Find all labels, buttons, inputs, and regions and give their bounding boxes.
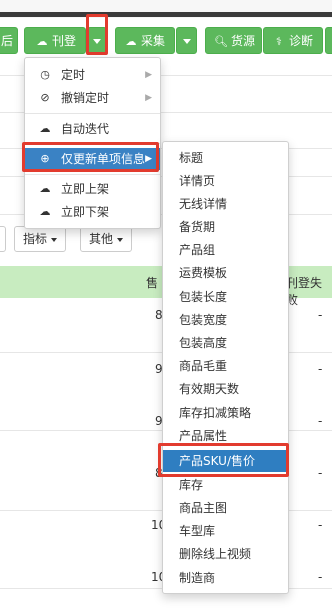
table-cell-publish-fail: - — [318, 466, 323, 480]
submenu-item-label: 删除线上视频 — [179, 547, 252, 561]
table-cell-publish-fail: - — [318, 518, 323, 532]
table-cell-publish-fail: - — [318, 362, 323, 376]
cut-off-button[interactable]: 后 — [0, 27, 18, 54]
submenu-item-vehicle-library[interactable]: 车型库 — [163, 520, 288, 542]
menu-item-schedule[interactable]: ◷ 定时 ▶ — [25, 64, 160, 86]
submenu-item-label: 产品SKU/售价 — [179, 454, 255, 468]
metrics-filter-label: 指标 — [23, 232, 48, 246]
submenu-item-product-attributes[interactable]: 产品属性 — [163, 425, 288, 447]
chevron-right-icon: ▶ — [145, 93, 152, 103]
submenu-item-mobile-detail[interactable]: 无线详情 — [163, 193, 288, 215]
publish-dropdown-toggle[interactable] — [87, 27, 107, 54]
menu-item-cancel-schedule[interactable]: ⊘ 撤销定时 ▶ — [25, 87, 160, 109]
stethoscope-icon: ⚕ — [276, 35, 282, 48]
submenu-item-label: 产品属性 — [179, 429, 228, 443]
ban-icon: ⊘ — [40, 91, 50, 104]
submenu-item-package-length[interactable]: 包装长度 — [163, 286, 288, 308]
caret-down-icon — [182, 39, 191, 44]
menu-item-list-now[interactable]: ☁ 立即上架 — [25, 178, 160, 200]
more-button[interactable] — [325, 27, 332, 54]
menu-divider — [25, 143, 160, 144]
source-button[interactable]: 🔍︎ 货源 — [205, 27, 262, 54]
submenu-item-label: 商品主图 — [179, 501, 228, 515]
submenu-item-package-width[interactable]: 包装宽度 — [163, 309, 288, 331]
collect-button-label: 采集 — [141, 34, 166, 48]
submenu-item-label: 商品毛重 — [179, 359, 228, 373]
submenu-item-label: 产品组 — [179, 243, 216, 257]
submenu-item-label: 库存 — [179, 478, 204, 492]
submenu-item-label: 车型库 — [179, 524, 216, 538]
submenu-item-title[interactable]: 标题 — [163, 147, 288, 169]
source-button-label: 货源 — [231, 34, 256, 48]
column-header-sales: 售 — [146, 276, 159, 290]
menu-item-label: 立即下架 — [61, 205, 110, 219]
column-header-publish-fail: 刊登失败 — [286, 276, 323, 307]
submenu-item-label: 库存扣减策略 — [179, 406, 252, 420]
publish-button[interactable]: ☁ 刊登 — [24, 27, 86, 54]
table-cell-publish-fail: - — [318, 570, 323, 584]
publish-dropdown-menu: ◷ 定时 ▶ ⊘ 撤销定时 ▶ ☁ 自动迭代 ⊕ 仅更新单项信息 ▶ ☁ 立即上… — [24, 57, 161, 229]
submenu-item-label: 包装高度 — [179, 336, 228, 350]
update-single-info-submenu: 标题 详情页 无线详情 备货期 产品组 运费模板 包装长度 包装宽度 包装高度 … — [162, 141, 289, 594]
submenu-item-label: 详情页 — [179, 174, 216, 188]
submenu-item-delete-online-video[interactable]: 删除线上视频 — [163, 543, 288, 565]
submenu-item-label: 运费模板 — [179, 266, 228, 280]
other-filter-label: 其他 — [89, 232, 114, 246]
menu-item-label: 撤销定时 — [61, 91, 110, 105]
clock-icon: ◷ — [40, 68, 50, 81]
chevron-right-icon: ▶ — [145, 70, 152, 80]
submenu-item-label: 包装宽度 — [179, 313, 228, 327]
submenu-item-label: 备货期 — [179, 220, 216, 234]
caret-down-icon — [51, 237, 58, 242]
diagnose-button-label: 诊断 — [289, 34, 314, 48]
menu-item-label: 自动迭代 — [61, 122, 110, 136]
menu-item-delist-now[interactable]: ☁ 立即下架 — [25, 201, 160, 223]
menu-item-auto-iterate[interactable]: ☁ 自动迭代 — [25, 118, 160, 140]
menu-item-label: 定时 — [61, 68, 86, 82]
search-icon: 🔍︎ — [214, 35, 228, 48]
menu-item-update-single-info[interactable]: ⊕ 仅更新单项信息 ▶ — [25, 148, 160, 170]
plus-circle-icon: ⊕ — [40, 152, 50, 165]
cloud-download-icon: ☁ — [125, 35, 137, 48]
table-cell-publish-fail: - — [318, 308, 323, 322]
menu-divider — [25, 174, 160, 175]
submenu-item-package-height[interactable]: 包装高度 — [163, 332, 288, 354]
cloud-download-icon: ☁ — [39, 205, 51, 218]
filter-button-partial[interactable] — [0, 226, 6, 252]
menu-item-label: 仅更新单项信息 — [61, 152, 146, 166]
publish-button-label: 刊登 — [52, 34, 77, 48]
submenu-item-validity-days[interactable]: 有效期天数 — [163, 378, 288, 400]
submenu-item-main-image[interactable]: 商品主图 — [163, 497, 288, 519]
submenu-item-label: 制造商 — [179, 571, 216, 585]
other-filter-button[interactable]: 其他 — [80, 226, 133, 252]
menu-item-label: 立即上架 — [61, 182, 110, 196]
submenu-item-shipping-template[interactable]: 运费模板 — [163, 262, 288, 284]
caret-down-icon — [117, 237, 124, 242]
caret-down-icon — [93, 39, 101, 44]
submenu-item-label: 有效期天数 — [179, 382, 240, 396]
submenu-item-stock[interactable]: 库存 — [163, 474, 288, 496]
cut-off-button-label: 后 — [0, 34, 13, 48]
metrics-filter-button[interactable]: 指标 — [14, 226, 67, 252]
submenu-item-label: 标题 — [179, 151, 204, 165]
cloud-upload-icon: ☁ — [36, 35, 48, 48]
submenu-item-product-group[interactable]: 产品组 — [163, 239, 288, 261]
submenu-item-detail-page[interactable]: 详情页 — [163, 170, 288, 192]
submenu-item-lead-time[interactable]: 备货期 — [163, 216, 288, 238]
submenu-item-stock-deduction[interactable]: 库存扣减策略 — [163, 402, 288, 424]
diagnose-button[interactable]: ⚕ 诊断 — [263, 27, 323, 54]
submenu-item-gross-weight[interactable]: 商品毛重 — [163, 355, 288, 377]
submenu-item-sku-price[interactable]: 产品SKU/售价 — [163, 450, 288, 472]
table-cell-publish-fail: - — [318, 414, 323, 428]
submenu-item-label: 包装长度 — [179, 290, 228, 304]
chevron-right-icon: ▶ — [145, 154, 152, 164]
submenu-item-manufacturer[interactable]: 制造商 — [163, 567, 288, 589]
cloud-upload-icon: ☁ — [39, 122, 51, 135]
menu-divider — [25, 113, 160, 114]
collect-dropdown-toggle[interactable] — [176, 27, 197, 54]
top-divider — [0, 12, 332, 17]
cloud-upload-icon: ☁ — [39, 182, 51, 195]
collect-button[interactable]: ☁ 采集 — [115, 27, 175, 54]
submenu-item-label: 无线详情 — [179, 197, 228, 211]
